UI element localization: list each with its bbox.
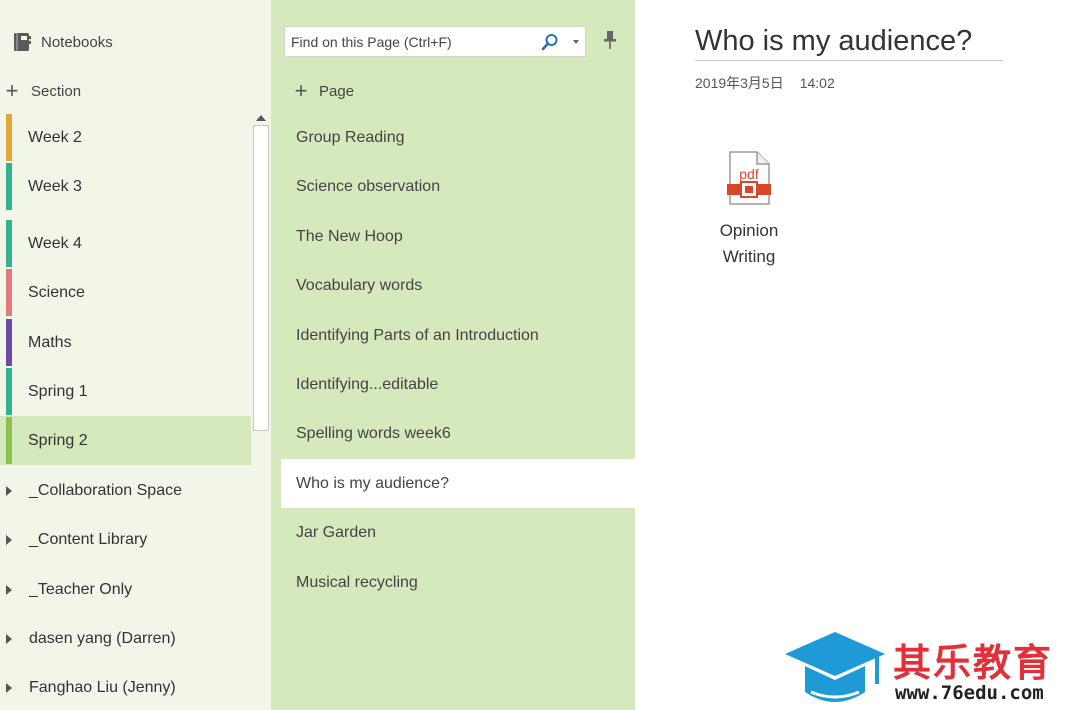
section-group-teacher-only[interactable]: _Teacher Only [0, 573, 271, 607]
section-label: Maths [28, 333, 72, 351]
section-group-content-library[interactable]: _Content Library [0, 523, 271, 557]
page-date-time: 2019年3月5日 14:02 [695, 73, 835, 93]
page-date: 2019年3月5日 [695, 75, 784, 91]
section-color-bar [6, 163, 12, 210]
section-group-label: _Content Library [29, 531, 148, 548]
scroll-up-button[interactable] [253, 112, 269, 124]
section-group-label: Fanghao Liu (Jenny) [29, 679, 176, 696]
page-tab-the-new-hoop[interactable]: The New Hoop [281, 212, 635, 261]
page-tab-identifying-editable[interactable]: Identifying...editable [281, 360, 635, 409]
section-color-bar [6, 220, 12, 267]
section-color-bar [6, 417, 12, 464]
watermark-text: 其乐教育 [893, 641, 1054, 685]
search-scope-dropdown[interactable] [573, 40, 579, 44]
page-label: Jar Garden [296, 523, 377, 541]
section-label: Spring 1 [28, 382, 88, 400]
pdf-file-icon: pdf [727, 151, 771, 205]
section-tab-spring-2[interactable]: Spring 2 [0, 416, 251, 465]
expand-arrow-icon [6, 585, 12, 595]
section-label: Spring 2 [28, 431, 88, 449]
section-group-label: _Teacher Only [29, 581, 133, 598]
page-time: 14:02 [799, 75, 835, 91]
section-color-bar [6, 269, 12, 316]
section-label: Science [28, 283, 85, 301]
section-tab-maths[interactable]: Maths [0, 318, 251, 367]
page-label: Musical recycling [296, 573, 418, 591]
page-tab-jar-garden[interactable]: Jar Garden [281, 508, 635, 557]
section-tab-week-4[interactable]: Week 4 [0, 219, 251, 268]
pin-icon[interactable] [603, 30, 617, 50]
section-label: Week 4 [28, 234, 82, 252]
sections-pane: Notebooks + Section Week 2 Week 3 Week 4… [0, 0, 271, 710]
page-label: Vocabulary words [296, 276, 423, 294]
section-group-collaboration-space[interactable]: _Collaboration Space [0, 474, 271, 508]
section-label: Week 2 [28, 128, 82, 146]
section-tab-spring-1[interactable]: Spring 1 [0, 367, 251, 416]
section-color-bar [6, 368, 12, 415]
pdf-icon-text: pdf [739, 166, 759, 182]
section-label: Week 3 [28, 177, 82, 195]
page-tab-group-reading[interactable]: Group Reading [281, 113, 635, 162]
page-label: Group Reading [296, 128, 405, 146]
page-tab-science-observation[interactable]: Science observation [281, 162, 635, 211]
notebook-icon [14, 33, 31, 51]
section-group-label: _Collaboration Space [29, 482, 182, 499]
graduation-cap-logo-icon [785, 632, 885, 702]
notebooks-label: Notebooks [41, 33, 113, 51]
plus-icon: + [5, 78, 19, 103]
attachment-name: Opinion Writing [720, 218, 779, 270]
page-label: Identifying...editable [296, 375, 439, 393]
page-label: Who is my audience? [296, 474, 449, 492]
section-tab-week-2[interactable]: Week 2 [0, 113, 251, 162]
add-page-button[interactable]: + Page [293, 78, 354, 104]
attachment-name-line1: Opinion [719, 221, 779, 240]
page-title[interactable]: Who is my audience? [695, 25, 1003, 61]
page-label: Spelling words week6 [296, 424, 451, 442]
page-content: Who is my audience? 2019年3月5日 14:02 pdf O… [635, 0, 1080, 710]
expand-arrow-icon [6, 486, 12, 496]
section-group-dasen-yang[interactable]: dasen yang (Darren) [0, 622, 271, 656]
page-label: The New Hoop [296, 227, 403, 245]
page-tab-spelling-words[interactable]: Spelling words week6 [281, 409, 635, 458]
expand-arrow-icon [6, 634, 12, 644]
section-tab-science[interactable]: Science [0, 268, 251, 317]
scrollbar-thumb[interactable] [253, 125, 269, 431]
pdf-attachment[interactable]: pdf Opinion Writing [705, 150, 793, 270]
watermark: 其乐教育 www.76edu.com [783, 630, 1080, 710]
section-color-bar [6, 319, 12, 366]
attachment-name-line2: Writing [722, 247, 776, 266]
page-label: Identifying Parts of an Introduction [296, 326, 539, 344]
add-page-label: Page [319, 82, 355, 100]
page-tab-who-is-my-audience[interactable]: Who is my audience? [281, 459, 635, 508]
page-tab-identifying-parts[interactable]: Identifying Parts of an Introduction [281, 311, 635, 360]
page-label: Science observation [296, 177, 441, 195]
expand-arrow-icon [6, 535, 12, 545]
triangle-up-icon [256, 115, 266, 121]
pages-pane: + Page Group Reading Science observation… [271, 0, 635, 710]
expand-arrow-icon [6, 683, 12, 693]
section-group-fanghao-liu[interactable]: Fanghao Liu (Jenny) [0, 671, 271, 705]
add-section-button[interactable]: + Section [4, 78, 81, 104]
section-group-label: dasen yang (Darren) [29, 630, 176, 647]
watermark-url: www.76edu.com [895, 682, 1044, 704]
search-input[interactable] [285, 32, 543, 51]
notebooks-button[interactable]: Notebooks [12, 30, 113, 54]
section-color-bar [6, 114, 12, 161]
search-box [284, 26, 586, 57]
search-icon[interactable] [541, 33, 559, 51]
section-tab-week-3[interactable]: Week 3 [0, 162, 251, 211]
add-section-label: Section [31, 82, 82, 100]
page-tab-vocabulary-words[interactable]: Vocabulary words [281, 261, 635, 310]
plus-icon: + [294, 78, 308, 103]
page-tab-musical-recycling[interactable]: Musical recycling [281, 558, 635, 607]
